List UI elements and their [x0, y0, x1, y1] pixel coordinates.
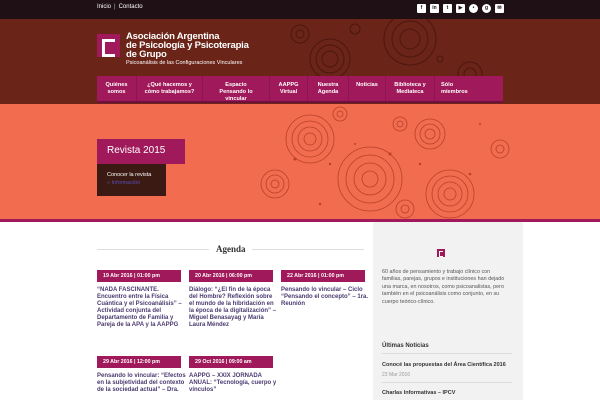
event-line: AAPPG – XXIX JORNADA: [189, 373, 263, 379]
nav-label: Agenda: [317, 89, 339, 95]
news-item-date: 23 Mar 2016: [382, 372, 411, 378]
event-title[interactable]: “NADA FASCINANTE. Encuentro entre la Fís…: [97, 287, 187, 329]
event-line: “NADA FASCINANTE.: [97, 287, 159, 293]
event-date: 20 Abr 2016 | 06:00 pm: [189, 270, 273, 282]
nav-label: Virtual: [279, 89, 298, 95]
agenda-title: Agenda: [216, 244, 246, 254]
event-line: Pensando lo vincular: “Efectos: [97, 373, 186, 379]
event-line: Reunión: [281, 301, 305, 307]
youtube-icon[interactable]: ▶: [456, 4, 465, 13]
nav-item-biblioteca[interactable]: Biblioteca y Mediateca: [386, 76, 435, 101]
logo-icon: [437, 249, 445, 257]
event-line: del Hombre? Reflexión sobre: [189, 294, 273, 300]
google-icon[interactable]: g: [482, 4, 491, 13]
event-line: Cuántica y el Psicoanálisis” –: [97, 301, 182, 307]
event-line: Departamento de Familia y: [97, 315, 174, 321]
event-date: 29 Oct 2016 | 09:00 am: [189, 356, 273, 368]
nav-label: Quiénes: [105, 82, 128, 88]
hero-info-box: Conocer la revista » Información: [97, 164, 166, 196]
nav-item-quienes-somos[interactable]: Quiénes somos: [97, 76, 137, 101]
event-line: en la subjetividad del contexto: [97, 380, 185, 386]
nav-label: Mediateca: [396, 89, 424, 95]
nav-item-agenda[interactable]: Nuestra Agenda: [308, 76, 349, 101]
event-line: Diálogo: “¿El fin de la época: [189, 287, 271, 293]
logo-line-3: de Grupo: [126, 49, 167, 60]
news-item-title[interactable]: Charlas Informativas – IPCV: [382, 390, 455, 396]
hero-info-link[interactable]: » Información: [107, 179, 166, 187]
nav-item-espacio[interactable]: Espacio Pensando lo vincular: [203, 76, 270, 102]
event-line: Pareja de la APA y la AAPPG: [97, 322, 179, 328]
event-line: Miguel Benasayag y María: [189, 315, 264, 321]
main-nav: Quiénes somos ¿Qué hacemos y cómo trabajam…: [97, 76, 503, 103]
nav-label: Noticias: [356, 82, 378, 88]
top-bar: Inicio | Contacto f in t ▶ • g ✉: [0, 0, 600, 19]
event-line: vínculos”: [189, 387, 217, 393]
event-title[interactable]: Pensando lo vincular: “Efectos en la sub…: [97, 373, 187, 394]
event-line: de la sociedad actual” – Dra.: [97, 387, 179, 393]
site-logo-title[interactable]: Asociación Argentina de Psicología y Psi…: [126, 32, 249, 60]
news-heading: Últimas Noticias: [382, 343, 429, 349]
event-title[interactable]: AAPPG – XXIX JORNADA ANUAL: “Tecnología,…: [189, 373, 279, 394]
event-line: la época de la digitalización” –: [189, 308, 277, 314]
event-line: Laura Méndez: [189, 322, 230, 328]
nav-label: AAPPG: [278, 82, 299, 88]
event-line: ANUAL: “Tecnología, cuerpo y: [189, 380, 277, 386]
event-line: Pensando lo vincular – Ciclo: [281, 287, 363, 293]
link-inicio[interactable]: Inicio: [97, 4, 111, 10]
nav-item-solo-miembros[interactable]: Sólo miembros: [435, 76, 503, 101]
nav-label: somos: [107, 89, 126, 95]
news-item-title[interactable]: Conocé las propuestas del Área Científic…: [382, 362, 506, 368]
divider: [382, 382, 512, 383]
divider: [97, 249, 209, 250]
top-links-separator: |: [114, 4, 116, 10]
nav-item-noticias[interactable]: Noticias: [349, 76, 386, 101]
nav-label: Biblioteca y: [394, 82, 426, 88]
nav-label: miembros: [441, 89, 468, 95]
sidebar-description: 60 años de pensamiento y trabajo clínico…: [382, 269, 505, 305]
twitter-icon[interactable]: t: [443, 4, 452, 13]
link-contacto[interactable]: Contacto: [119, 4, 143, 10]
facebook-icon[interactable]: f: [417, 4, 426, 13]
nav-label: Nuestra: [317, 82, 339, 88]
linkedin-icon[interactable]: in: [430, 4, 439, 13]
top-links: Inicio | Contacto: [97, 4, 143, 10]
event-line: “Pensando el concepto” – 1ra.: [281, 294, 369, 300]
event-date: 22 Abr 2016 | 01:00 pm: [281, 270, 365, 282]
event-line: Encuentro entre la Física: [97, 294, 169, 300]
nav-label: Sólo: [441, 82, 454, 88]
hero-box-text: Conocer la revista: [107, 172, 152, 178]
logo-subtitle: Psicoanálisis de las Configuraciones Vin…: [126, 60, 243, 66]
hero-banner: [0, 104, 600, 220]
nav-label: Pensando lo vincular: [219, 89, 253, 102]
hero-title: Revista 2015: [97, 139, 185, 164]
rss-icon[interactable]: •: [469, 4, 478, 13]
email-icon[interactable]: ✉: [495, 4, 504, 13]
nav-label: cómo trabajamos?: [144, 89, 195, 95]
event-title[interactable]: Pensando lo vincular – Ciclo “Pensando e…: [281, 287, 371, 308]
event-date: 29 Abr 2016 | 12:00 pm: [97, 356, 181, 368]
event-date: 19 Abr 2016 | 01:00 pm: [97, 270, 181, 282]
social-icons: f in t ▶ • g ✉: [417, 4, 504, 13]
nav-label: Espacio: [225, 82, 247, 88]
hero-decoration: [260, 106, 510, 219]
logo-icon[interactable]: [97, 34, 120, 57]
nav-label: ¿Qué hacemos y: [147, 82, 192, 88]
event-title[interactable]: Diálogo: “¿El fin de la época del Hombre…: [189, 287, 279, 329]
divider: [382, 353, 512, 354]
nav-item-aappg-virtual[interactable]: AAPPG Virtual: [270, 76, 308, 101]
event-line: el mundo de la hibridación en: [189, 301, 274, 307]
nav-item-que-hacemos[interactable]: ¿Qué hacemos y cómo trabajamos?: [137, 76, 203, 101]
divider: [252, 249, 364, 250]
event-line: Actividad conjunta del: [97, 308, 162, 314]
